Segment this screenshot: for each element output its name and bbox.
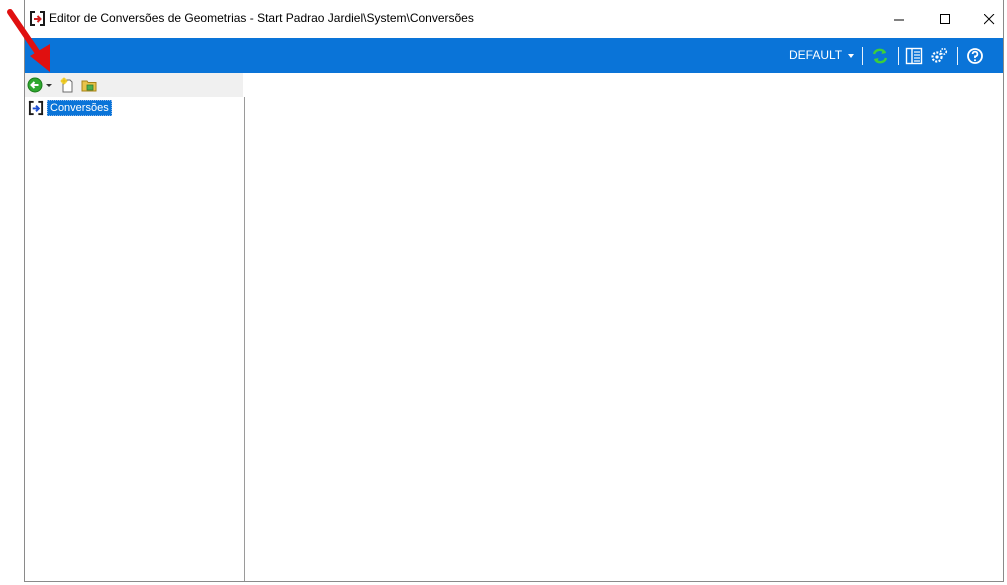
app-window: Editor de Conversões de Geometrias - Sta… bbox=[24, 0, 1004, 582]
ribbon-separator bbox=[898, 47, 899, 65]
app-logo-icon bbox=[30, 11, 45, 26]
dropdown-icon[interactable] bbox=[45, 77, 53, 93]
tree-panel: Conversões bbox=[25, 73, 245, 582]
back-icon[interactable] bbox=[27, 77, 43, 93]
profile-label: DEFAULT bbox=[789, 48, 843, 62]
new-item-icon[interactable] bbox=[59, 77, 75, 93]
profile-dropdown[interactable]: DEFAULT bbox=[789, 38, 855, 73]
minimize-icon bbox=[893, 19, 904, 20]
conversion-node-icon bbox=[28, 100, 44, 116]
content-area bbox=[246, 73, 1003, 581]
title-bar: Editor de Conversões de Geometrias - Sta… bbox=[25, 0, 1003, 38]
maximize-button[interactable] bbox=[922, 0, 968, 38]
tree-item-label: Conversões bbox=[47, 100, 112, 116]
ribbon-separator bbox=[957, 47, 958, 65]
ribbon-separator bbox=[862, 47, 863, 65]
chevron-down-icon bbox=[848, 53, 855, 58]
refresh-icon[interactable] bbox=[871, 47, 889, 65]
minimize-button[interactable] bbox=[876, 0, 922, 38]
maximize-icon bbox=[939, 13, 950, 24]
open-folder-icon[interactable] bbox=[81, 77, 97, 93]
layout-icon[interactable] bbox=[905, 47, 923, 65]
close-button[interactable] bbox=[966, 0, 1007, 38]
close-icon bbox=[983, 13, 994, 24]
ribbon-bar: DEFAULT bbox=[25, 38, 1003, 73]
settings-icon[interactable] bbox=[930, 47, 948, 65]
tree-view[interactable]: Conversões bbox=[25, 97, 245, 581]
window-title: Editor de Conversões de Geometrias - Sta… bbox=[49, 11, 474, 25]
tree-item-conversoes[interactable]: Conversões bbox=[28, 100, 112, 116]
tree-toolbar bbox=[25, 73, 243, 97]
help-icon[interactable] bbox=[966, 47, 984, 65]
